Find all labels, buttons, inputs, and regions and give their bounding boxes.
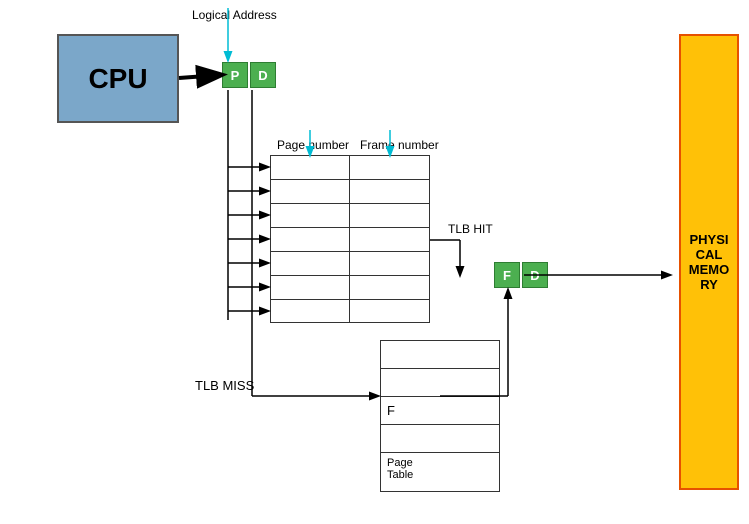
- tlb-hit-label: TLB HIT: [448, 222, 493, 236]
- f-box: F: [494, 262, 520, 288]
- cpu-box: CPU: [57, 34, 179, 123]
- p-box: P: [222, 62, 248, 88]
- page-table-label: PageTable: [380, 452, 500, 492]
- d-box-output: D: [522, 262, 548, 288]
- cpu-label: CPU: [88, 63, 147, 95]
- pd-container: P D: [222, 62, 276, 88]
- d-box: D: [250, 62, 276, 88]
- tlb-table: [270, 155, 430, 323]
- fd-container: F D: [494, 262, 548, 288]
- frame-number-label: Frame number: [360, 138, 439, 152]
- logical-address-label: Logical Address: [192, 8, 277, 22]
- diagram-container: CPU Logical Address P D Page number Fram…: [0, 0, 749, 524]
- page-table-f-cell: F: [380, 396, 500, 424]
- page-table: F PageTable: [380, 340, 500, 492]
- physical-memory-label: PHYSICAL MEMORY: [681, 228, 737, 296]
- physical-memory-box: PHYSICAL MEMORY: [679, 34, 739, 490]
- tlb-miss-label: TLB MISS: [195, 378, 254, 393]
- page-number-label: Page number: [277, 138, 349, 152]
